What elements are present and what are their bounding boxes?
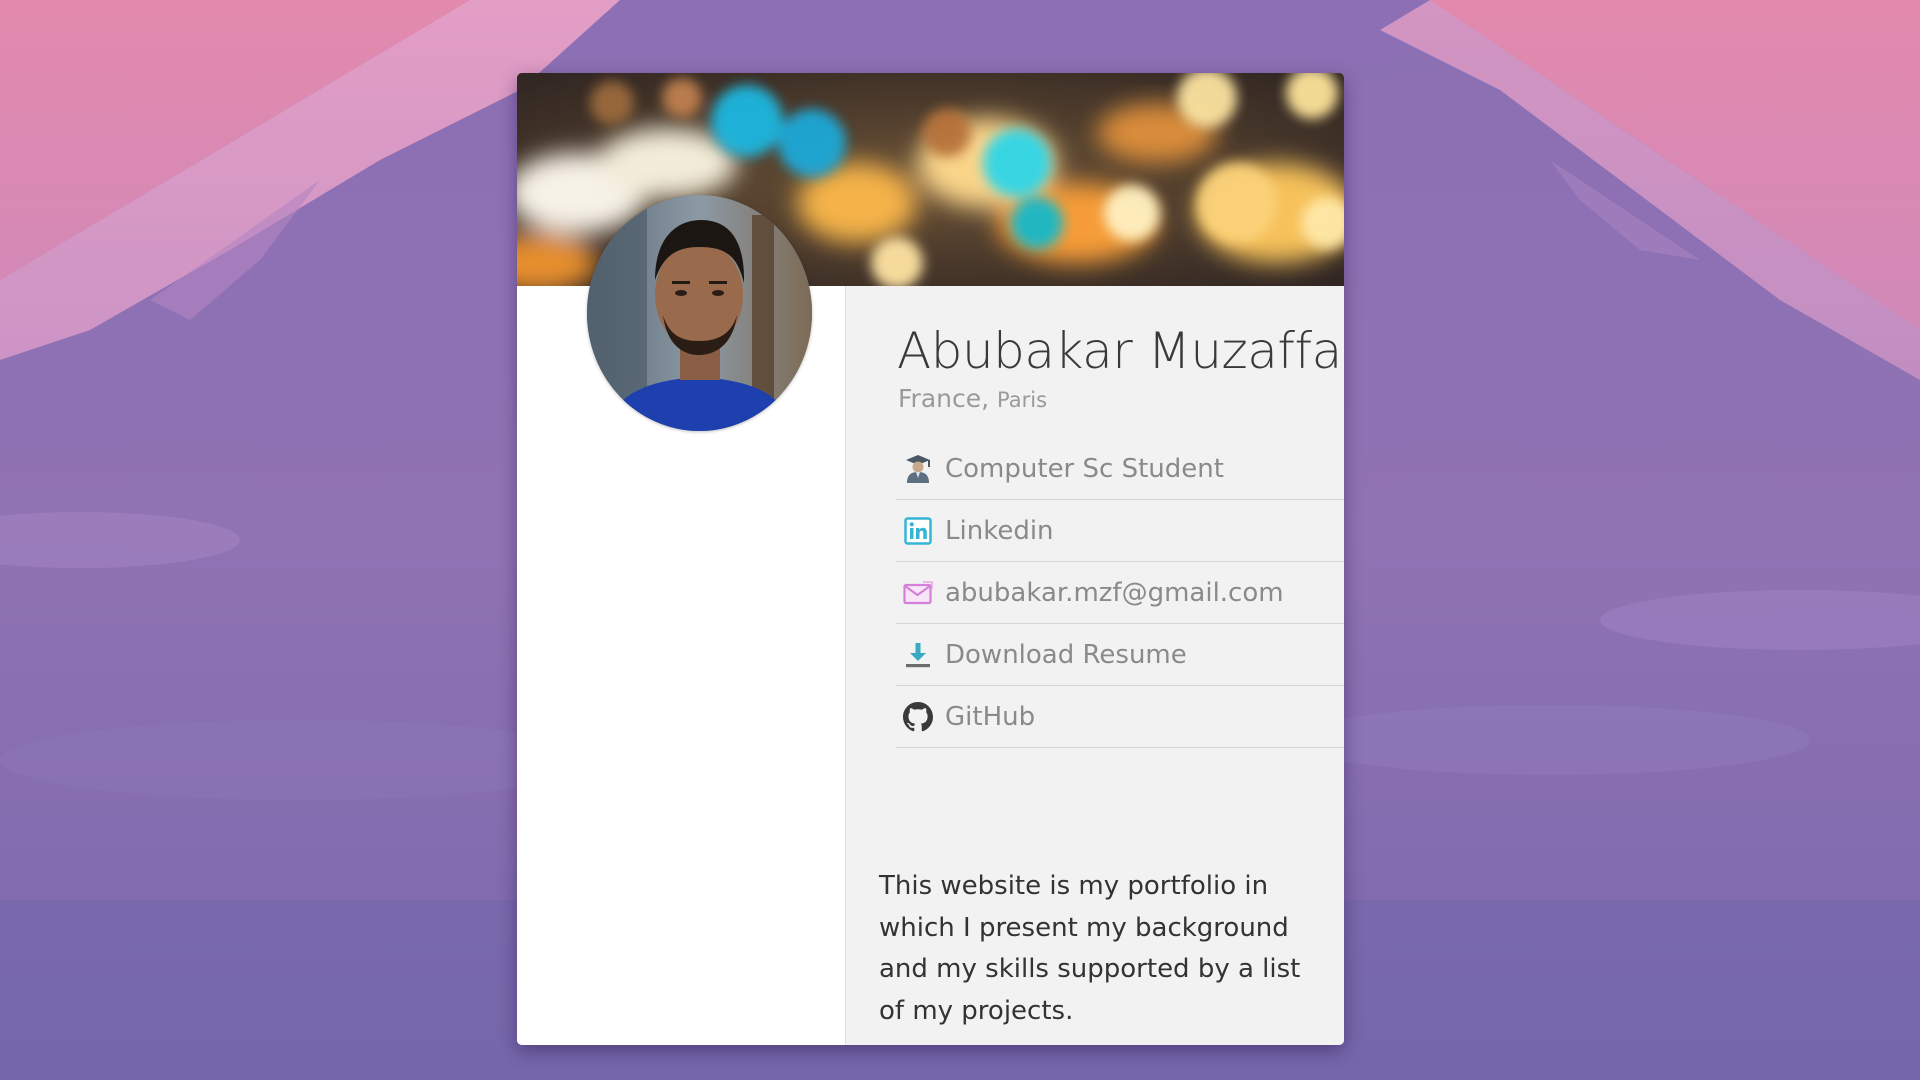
bio-text: This website is my portfolio in which I … xyxy=(879,871,1301,1026)
profile-location: France, Paris xyxy=(898,384,1047,413)
github-icon xyxy=(902,701,934,733)
location-country: France, xyxy=(898,384,990,413)
contact-links-list: Computer Sc Student Linkedin abubakar.mz… xyxy=(896,438,1344,748)
info-panel: Abubakar Muzaffar France, Paris Computer… xyxy=(845,286,1344,1045)
linkedin-icon xyxy=(902,515,934,547)
link-email-label: abubakar.mzf@gmail.com xyxy=(945,577,1284,608)
download-icon xyxy=(902,639,934,671)
profile-card: Abubakar Muzaffar France, Paris Computer… xyxy=(517,73,1344,1045)
link-github-label: GitHub xyxy=(945,701,1036,732)
profile-name: Abubakar Muzaffar xyxy=(897,322,1344,380)
link-email[interactable]: abubakar.mzf@gmail.com xyxy=(896,562,1344,624)
link-linkedin[interactable]: Linkedin xyxy=(896,500,1344,562)
student-icon xyxy=(902,453,934,485)
link-student[interactable]: Computer Sc Student xyxy=(896,438,1344,500)
profile-avatar xyxy=(587,195,812,431)
link-download-resume[interactable]: Download Resume xyxy=(896,624,1344,686)
link-student-label: Computer Sc Student xyxy=(945,453,1224,484)
link-download-label: Download Resume xyxy=(945,639,1187,670)
link-github[interactable]: GitHub xyxy=(896,686,1344,748)
location-city: Paris xyxy=(997,388,1048,412)
mail-icon xyxy=(902,577,934,609)
link-linkedin-label: Linkedin xyxy=(945,515,1054,546)
